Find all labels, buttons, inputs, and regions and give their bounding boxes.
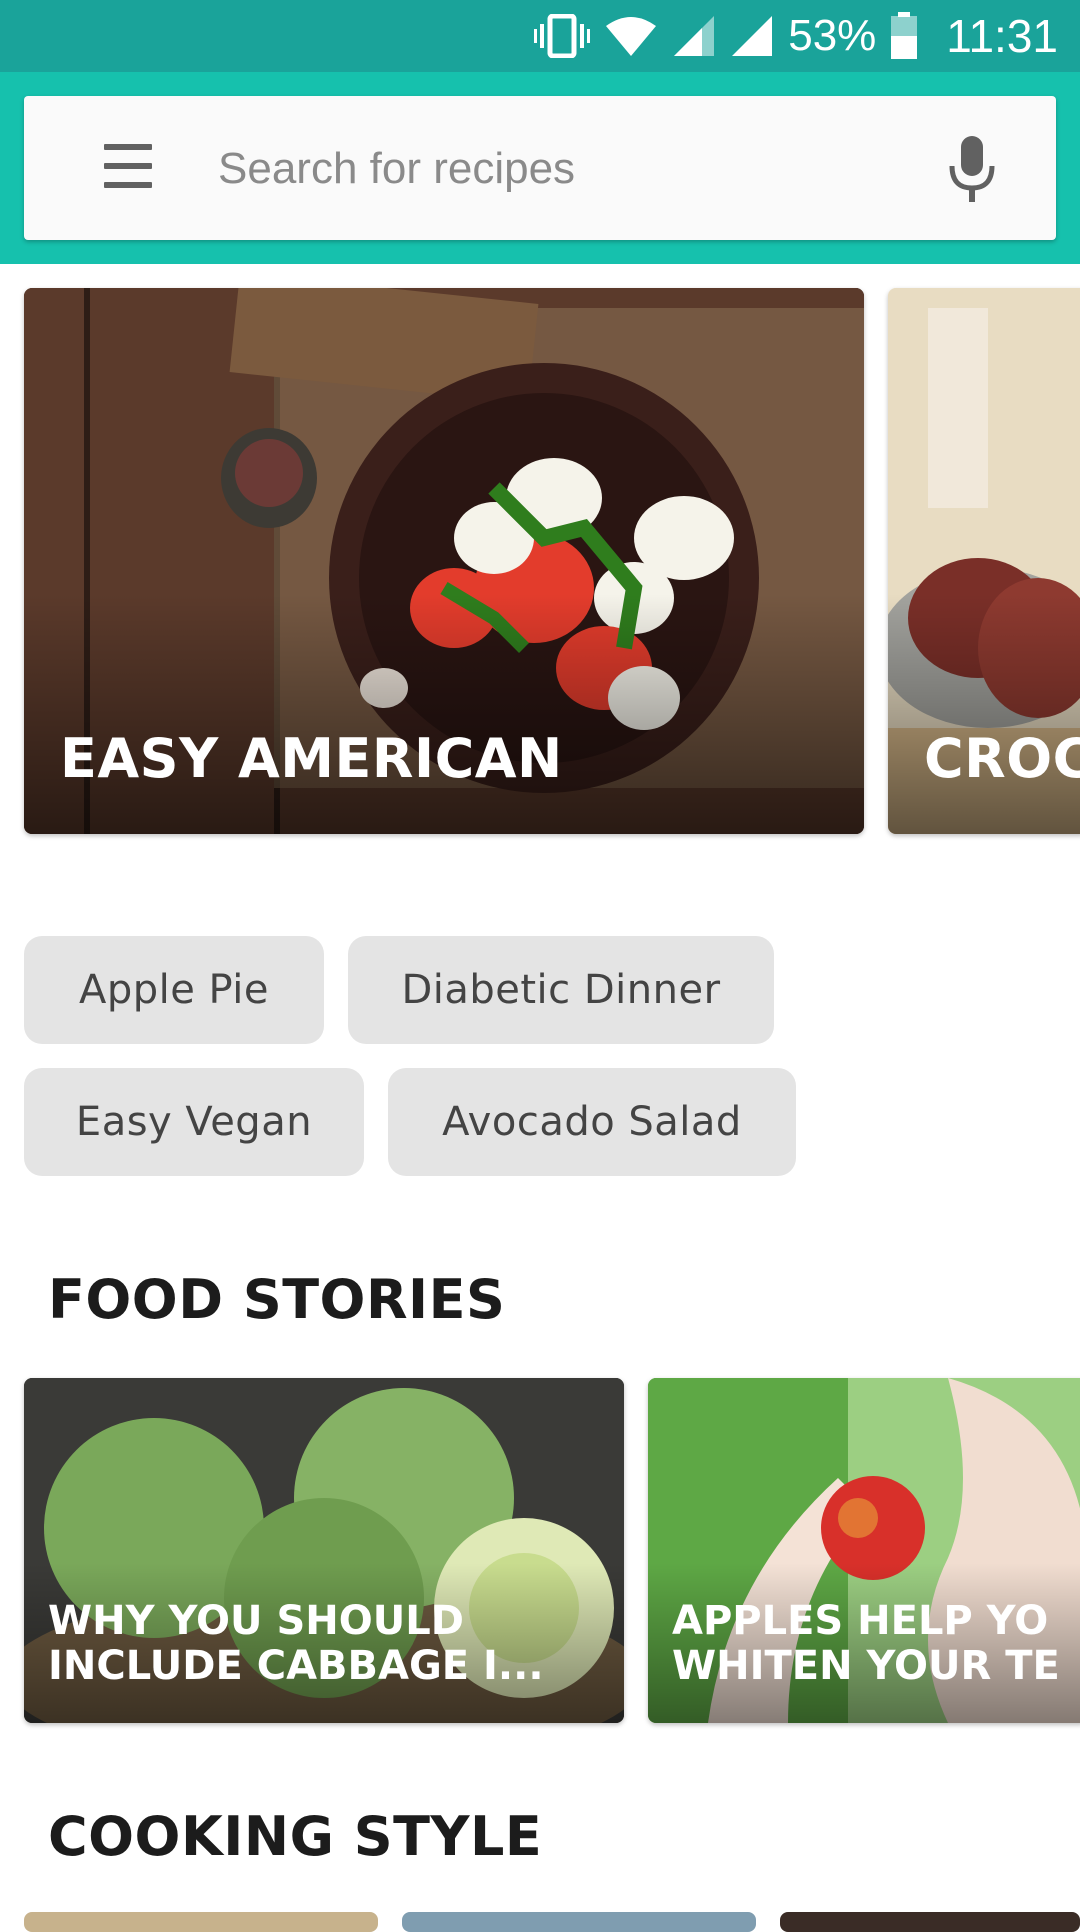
story-title-line2: INCLUDE CABBAGE I... xyxy=(48,1643,544,1689)
battery-icon xyxy=(890,12,918,60)
mic-icon[interactable] xyxy=(946,134,998,204)
search-input[interactable] xyxy=(216,132,920,206)
cooking-style-card[interactable] xyxy=(24,1912,378,1932)
section-title-food-stories: FOOD STORIES xyxy=(48,1268,506,1331)
story-card-apples[interactable]: APPLES HELP YO WHITEN YOUR TE xyxy=(648,1378,1080,1723)
story-title-line1: WHY YOU SHOULD xyxy=(48,1599,464,1644)
signal-icon xyxy=(672,14,716,58)
chip-avocado-salad[interactable]: Avocado Salad xyxy=(388,1068,796,1176)
battery-percent: 53% xyxy=(788,11,877,60)
clock: 11:31 xyxy=(946,10,1058,62)
chip-easy-vegan[interactable]: Easy Vegan xyxy=(24,1068,364,1176)
status-bar: 53% 11:31 xyxy=(0,0,1080,72)
hero-title: EASY AMERICAN xyxy=(60,727,563,790)
vibrate-icon xyxy=(534,14,591,58)
wifi-icon xyxy=(604,14,658,58)
story-title-line1: APPLES HELP YO xyxy=(672,1599,1049,1644)
cooking-style-card[interactable] xyxy=(402,1912,756,1932)
story-card-cabbage[interactable]: WHY YOU SHOULD INCLUDE CABBAGE I... xyxy=(24,1378,624,1723)
hero-card-croc[interactable]: CROC xyxy=(888,288,1080,834)
story-title: WHY YOU SHOULD INCLUDE CABBAGE I... xyxy=(48,1599,614,1689)
chip-diabetic-dinner[interactable]: Diabetic Dinner xyxy=(348,936,774,1044)
story-title-line2: WHITEN YOUR TE xyxy=(672,1643,1060,1689)
menu-icon[interactable] xyxy=(80,144,164,192)
section-title-cooking-style: COOKING STYLE xyxy=(48,1805,543,1868)
signal-full-icon xyxy=(730,14,774,58)
chip-apple-pie[interactable]: Apple Pie xyxy=(24,936,324,1044)
cooking-style-card[interactable] xyxy=(780,1912,1080,1932)
hero-card-easy-american[interactable]: EASY AMERICAN xyxy=(24,288,864,834)
search-bar xyxy=(24,96,1056,240)
story-title: APPLES HELP YO WHITEN YOUR TE xyxy=(672,1599,1078,1689)
app-bar xyxy=(0,72,1080,264)
hero-title: CROC xyxy=(924,727,1080,790)
